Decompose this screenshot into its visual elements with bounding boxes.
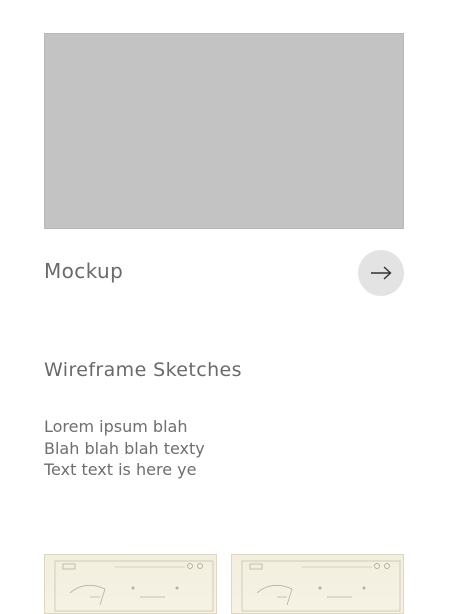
sketch-image bbox=[54, 560, 214, 612]
section-title: Wireframe Sketches bbox=[44, 359, 242, 381]
wireframe-thumbnail[interactable] bbox=[44, 554, 217, 614]
section-description: Lorem ipsum blah Blah blah blah texty Te… bbox=[44, 416, 205, 481]
description-line: Text text is here ye bbox=[44, 460, 197, 479]
wireframe-thumbnail[interactable] bbox=[231, 554, 404, 614]
sketch-image bbox=[241, 560, 401, 612]
card-title: Mockup bbox=[44, 259, 124, 283]
description-line: Lorem ipsum blah bbox=[44, 417, 188, 436]
mockup-image bbox=[44, 33, 404, 229]
description-line: Blah blah blah texty bbox=[44, 438, 205, 458]
next-button[interactable] bbox=[358, 250, 404, 296]
arrow-right-icon bbox=[371, 266, 392, 280]
